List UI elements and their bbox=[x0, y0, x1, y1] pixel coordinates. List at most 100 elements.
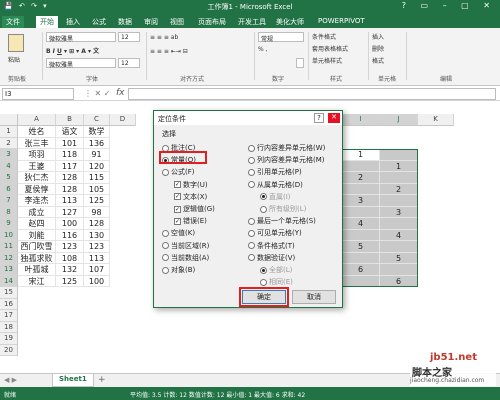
radio-icon[interactable] bbox=[260, 193, 267, 201]
add-sheet-button[interactable]: + bbox=[98, 375, 106, 385]
font-size-box[interactable]: 12 bbox=[118, 32, 140, 42]
column-header[interactable]: C bbox=[84, 114, 110, 126]
table-cell[interactable]: 98 bbox=[84, 206, 110, 218]
tab-home[interactable]: 开始 bbox=[36, 16, 58, 28]
row-header[interactable]: 13 bbox=[0, 264, 18, 276]
column-header[interactable]: B bbox=[56, 114, 84, 126]
table-cell[interactable]: 独孤求败 bbox=[18, 252, 56, 264]
table-cell[interactable]: 成立 bbox=[18, 206, 56, 218]
header-cell[interactable]: 数学 bbox=[84, 126, 110, 138]
table-cell[interactable]: 113 bbox=[56, 195, 84, 207]
row-header[interactable]: 9 bbox=[0, 218, 18, 230]
conditional-format-button[interactable]: 条件格式 bbox=[312, 32, 336, 41]
radio-icon[interactable] bbox=[248, 144, 255, 152]
radio-icon[interactable] bbox=[248, 217, 255, 225]
radio-right_options-6[interactable]: 最后一个单元格(S) bbox=[248, 216, 316, 226]
tab-beautify[interactable]: 美化大师 bbox=[272, 16, 308, 28]
sheet-tab-sheet1[interactable]: Sheet1 bbox=[52, 374, 94, 387]
table-cell[interactable]: 西门吹雪 bbox=[18, 241, 56, 253]
tab-review[interactable]: 审阅 bbox=[140, 16, 162, 28]
header-cell[interactable]: 语文 bbox=[56, 126, 84, 138]
checkbox-left_options-4[interactable]: ✓ 文本(X) bbox=[174, 192, 207, 202]
radio-right_options-1[interactable]: 列内容差异单元格(M) bbox=[248, 155, 325, 165]
radio-icon[interactable] bbox=[260, 205, 267, 213]
table-cell[interactable]: 120 bbox=[84, 160, 110, 172]
row-header[interactable]: 19 bbox=[0, 333, 18, 345]
table-cell[interactable]: 91 bbox=[84, 149, 110, 161]
font-size-box-2[interactable]: 12 bbox=[118, 58, 140, 68]
row-header[interactable]: 14 bbox=[0, 275, 18, 287]
align-buttons-2[interactable]: ≡ ≡ ≡ ⇤⇥ ⊟ bbox=[150, 48, 188, 55]
radio-right_options-8[interactable]: 条件格式(T) bbox=[248, 241, 295, 251]
row-header[interactable]: 5 bbox=[0, 172, 18, 184]
tab-developer[interactable]: 开发工具 bbox=[234, 16, 270, 28]
row-header[interactable]: 1 bbox=[0, 126, 18, 138]
fx-icon[interactable]: fx bbox=[116, 88, 125, 98]
row-header[interactable]: 12 bbox=[0, 252, 18, 264]
table-cell[interactable]: 128 bbox=[56, 183, 84, 195]
percent-buttons[interactable]: % , bbox=[258, 46, 268, 53]
dialog-close-button[interactable]: ✕ bbox=[328, 113, 340, 123]
table-cell[interactable]: 115 bbox=[84, 172, 110, 184]
table-cell[interactable]: 125 bbox=[84, 195, 110, 207]
small-box[interactable] bbox=[296, 58, 304, 68]
radio-left_options-2[interactable]: 公式(F) bbox=[162, 167, 195, 177]
tab-data[interactable]: 数据 bbox=[114, 16, 136, 28]
column-header[interactable]: J bbox=[380, 114, 418, 126]
row-header[interactable]: 8 bbox=[0, 206, 18, 218]
table-cell[interactable]: 李连杰 bbox=[18, 195, 56, 207]
row-header[interactable]: 7 bbox=[0, 195, 18, 207]
dialog-help-button[interactable]: ? bbox=[314, 113, 324, 123]
number-format-box[interactable]: 常规 bbox=[258, 32, 304, 43]
radio-icon[interactable] bbox=[260, 266, 267, 274]
tab-formulas[interactable]: 公式 bbox=[88, 16, 110, 28]
format-cells-button[interactable]: 格式 bbox=[372, 56, 384, 65]
table-cell[interactable]: 128 bbox=[84, 218, 110, 230]
insert-cells-button[interactable]: 插入 bbox=[372, 32, 384, 41]
table-cell[interactable]: 116 bbox=[56, 229, 84, 241]
table-cell[interactable]: 狄仁杰 bbox=[18, 172, 56, 184]
paste-icon[interactable] bbox=[8, 34, 24, 52]
column-header[interactable]: D bbox=[110, 114, 136, 126]
checkbox-left_options-3[interactable]: ✓ 数字(U) bbox=[174, 180, 208, 190]
font-name-box[interactable]: 微软雅黑 bbox=[46, 32, 116, 43]
radio-left_options-8[interactable]: 当前区域(R) bbox=[162, 241, 209, 251]
row-header[interactable]: 3 bbox=[0, 149, 18, 161]
radio-icon[interactable] bbox=[248, 168, 255, 176]
table-cell[interactable]: 113 bbox=[84, 252, 110, 264]
radio-icon[interactable] bbox=[162, 229, 169, 237]
tab-insert[interactable]: 插入 bbox=[62, 16, 84, 28]
row-header[interactable]: 10 bbox=[0, 229, 18, 241]
formula-input[interactable] bbox=[128, 88, 496, 100]
row-header[interactable]: 18 bbox=[0, 321, 18, 333]
tab-file[interactable]: 文件 bbox=[2, 16, 24, 28]
table-cell[interactable]: 130 bbox=[84, 229, 110, 241]
table-cell[interactable]: 123 bbox=[84, 241, 110, 253]
bold-button[interactable]: B I U ▾ ⊞ ▾ A ▾ 文 bbox=[46, 46, 99, 55]
row-header[interactable]: 17 bbox=[0, 310, 18, 322]
paste-button[interactable]: 粘贴 bbox=[8, 55, 20, 64]
formula-cancel-confirm[interactable]: ⋮ ✕ ✓ bbox=[84, 89, 111, 98]
radio-icon[interactable] bbox=[162, 266, 169, 274]
header-cell[interactable]: 姓名 bbox=[18, 126, 56, 138]
radio-icon[interactable] bbox=[248, 229, 255, 237]
radio-right_options-5[interactable]: 所有级别(L) bbox=[260, 204, 306, 214]
radio-left_options-9[interactable]: 当前数组(A) bbox=[162, 253, 209, 263]
row-header[interactable]: 4 bbox=[0, 160, 18, 172]
radio-icon[interactable] bbox=[248, 254, 255, 262]
radio-right_options-2[interactable]: 引用单元格(P) bbox=[248, 167, 302, 177]
cell-style-button[interactable]: 单元格样式 bbox=[312, 56, 342, 65]
table-cell[interactable]: 宋江 bbox=[18, 275, 56, 287]
checkbox-left_options-5[interactable]: ✓ 逻辑值(G) bbox=[174, 204, 215, 214]
row-header[interactable]: 2 bbox=[0, 137, 18, 149]
radio-icon[interactable] bbox=[248, 156, 255, 164]
radio-right_options-0[interactable]: 行内容差异单元格(W) bbox=[248, 143, 325, 153]
table-format-button[interactable]: 套用表格格式 bbox=[312, 44, 348, 53]
delete-cells-button[interactable]: 删除 bbox=[372, 44, 384, 53]
radio-right_options-3[interactable]: 从属单元格(D) bbox=[248, 180, 303, 190]
select-all-corner[interactable] bbox=[0, 114, 18, 126]
table-cell[interactable]: 100 bbox=[56, 218, 84, 230]
table-cell[interactable]: 117 bbox=[56, 160, 84, 172]
checkbox-icon[interactable]: ✓ bbox=[174, 205, 181, 213]
align-buttons[interactable]: ≡ ≡ ≡ ab bbox=[150, 34, 178, 41]
